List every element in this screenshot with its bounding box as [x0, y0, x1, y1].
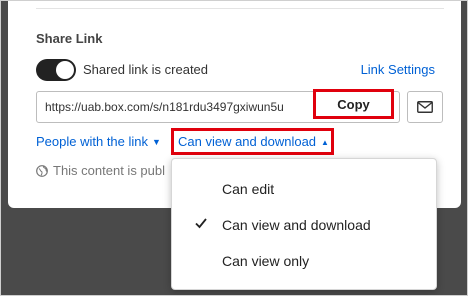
access-highlight-box: Can view and download ▲ — [171, 128, 334, 155]
people-with-link-label: People with the link — [36, 134, 149, 149]
divider — [36, 8, 444, 9]
public-info-row: This content is publ — [36, 163, 165, 180]
shared-link-url-input[interactable] — [45, 92, 307, 122]
menu-item-can-view-and-download[interactable]: Can view and download — [172, 207, 436, 243]
menu-item-can-view-only[interactable]: Can view only — [172, 243, 436, 279]
toggle-knob — [56, 61, 74, 79]
checkmark-icon — [195, 218, 207, 229]
people-with-link-dropdown[interactable]: People with the link ▼ — [36, 134, 161, 149]
menu-item-label: Can edit — [222, 181, 275, 197]
copy-highlight-box: Copy — [313, 89, 394, 119]
envelope-icon — [417, 101, 433, 113]
menu-item-can-edit[interactable]: Can edit — [172, 171, 436, 207]
menu-item-label: Can view and download — [222, 217, 371, 233]
menu-item-label: Can view only — [222, 253, 310, 269]
screenshot-frame: Share Link Shared link is created Link S… — [0, 0, 468, 296]
copy-button[interactable]: Copy — [321, 95, 386, 113]
chevron-up-icon: ▲ — [321, 138, 329, 147]
toggle-label: Shared link is created — [83, 62, 209, 77]
shared-link-toggle[interactable] — [36, 59, 76, 81]
link-settings-link[interactable]: Link Settings — [361, 62, 435, 77]
access-level-dropdown[interactable]: Can view and download ▲ — [178, 134, 329, 149]
section-title: Share Link — [36, 31, 103, 46]
email-link-button[interactable] — [407, 91, 443, 123]
globe-icon — [36, 165, 48, 180]
public-info-text: This content is publ — [53, 163, 166, 178]
chevron-down-icon: ▼ — [152, 137, 161, 147]
access-level-menu: Can edit Can view and download Can view … — [171, 158, 437, 290]
access-level-label: Can view and download — [178, 134, 317, 149]
